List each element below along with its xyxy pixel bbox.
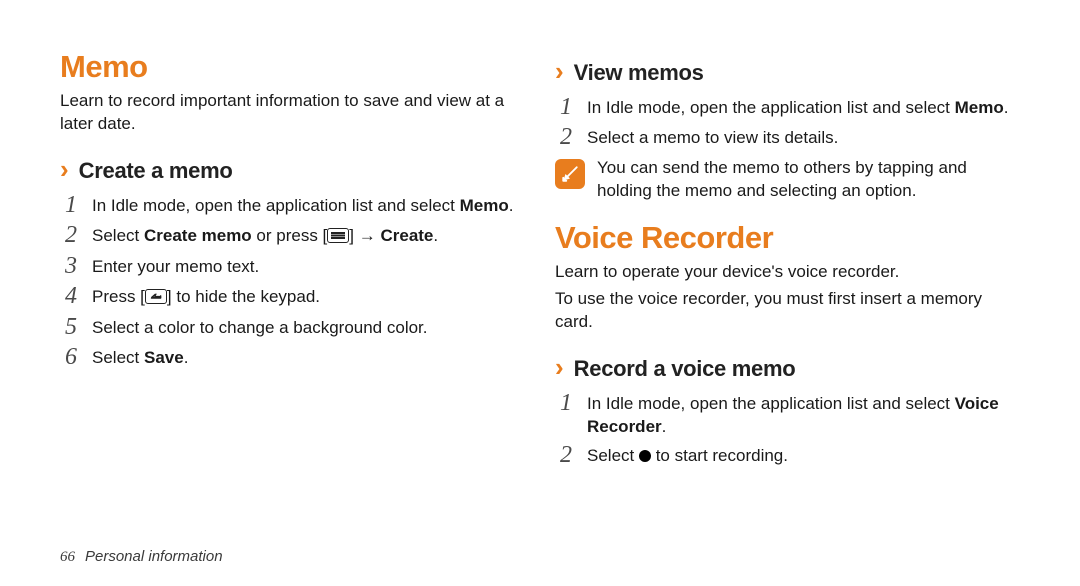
subheading-label: Create a memo [79,158,233,184]
subheading-view-memos: › View memos [555,58,1020,86]
subheading-record-voice: › Record a voice memo [555,354,1020,382]
create-memo-steps: 1 In Idle mode, open the application lis… [60,190,525,372]
page-number: 66 [60,549,75,566]
left-column: Memo Learn to record important informati… [60,50,525,586]
chevron-right-icon: › [60,156,69,182]
memo-intro: Learn to record important information to… [60,90,525,136]
back-icon [145,289,167,304]
step-item: 1 In Idle mode, open the application lis… [60,190,525,220]
manual-page: Memo Learn to record important informati… [0,0,1080,586]
step-text: Select a color to change a background co… [92,314,525,340]
page-footer: 66 Personal information [60,548,223,566]
step-number: 2 [555,124,577,150]
step-number: 2 [555,442,577,468]
right-column: › View memos 1 In Idle mode, open the ap… [555,50,1020,586]
note-block: You can send the memo to others by tappi… [555,157,1020,203]
view-memos-steps: 1 In Idle mode, open the application lis… [555,92,1020,153]
step-number: 1 [555,94,577,120]
subheading-label: View memos [574,60,704,86]
subheading-label: Record a voice memo [574,356,796,382]
step-number: 2 [60,222,82,248]
step-number: 6 [60,344,82,370]
step-number: 1 [60,192,82,218]
step-text: Select a memo to view its details. [587,124,1020,150]
subheading-create-memo: › Create a memo [60,156,525,184]
note-text: You can send the memo to others by tappi… [597,157,1020,203]
step-number: 1 [555,390,577,416]
step-text: In Idle mode, open the application list … [587,94,1020,120]
step-number: 5 [60,314,82,340]
step-item: 4 Press [] to hide the keypad. [60,281,525,311]
step-item: 6 Select Save. [60,342,525,372]
section-name: Personal information [85,548,223,565]
step-item: 3 Enter your memo text. [60,251,525,281]
step-text: Press [] to hide the keypad. [92,283,525,309]
step-item: 2 Select Create memo or press [] → Creat… [60,220,525,250]
record-dot-icon [639,450,651,462]
heading-voice-recorder: Voice Recorder [555,221,1020,255]
step-text: In Idle mode, open the application list … [92,192,525,218]
step-number: 4 [60,283,82,309]
step-text: Select Save. [92,344,525,370]
menu-icon [327,228,349,243]
step-item: 1 In Idle mode, open the application lis… [555,388,1020,441]
chevron-right-icon: › [555,354,564,380]
chevron-right-icon: › [555,58,564,84]
voice-intro-2: To use the voice recorder, you must firs… [555,288,1020,334]
note-icon [555,159,585,189]
step-item: 2 Select to start recording. [555,440,1020,470]
step-text: Enter your memo text. [92,253,525,279]
step-item: 1 In Idle mode, open the application lis… [555,92,1020,122]
heading-memo: Memo [60,50,525,84]
step-item: 2 Select a memo to view its details. [555,122,1020,152]
step-text: Select to start recording. [587,442,1020,468]
step-number: 3 [60,253,82,279]
voice-intro-1: Learn to operate your device's voice rec… [555,261,1020,284]
step-text: In Idle mode, open the application list … [587,390,1020,439]
step-item: 5 Select a color to change a background … [60,312,525,342]
record-voice-steps: 1 In Idle mode, open the application lis… [555,388,1020,471]
step-text: Select Create memo or press [] → Create. [92,222,525,248]
